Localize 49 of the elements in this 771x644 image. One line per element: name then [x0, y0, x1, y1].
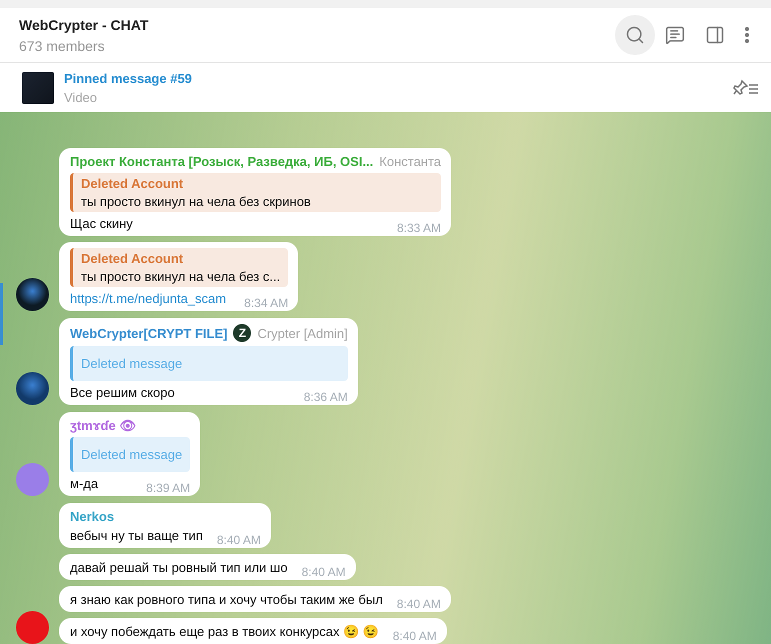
- sender-name[interactable]: Nerkos: [70, 509, 114, 524]
- message-time: 8:40 AM: [392, 629, 437, 643]
- reply-text: Deleted message: [81, 447, 182, 462]
- avatar-photo[interactable]: [16, 372, 49, 405]
- message-time: 8:40 AM: [396, 597, 441, 611]
- message-text: вебыч ну ты ваще тип: [70, 528, 203, 543]
- pinned-bar[interactable]: Pinned message #59 Video: [0, 63, 771, 112]
- sender-name[interactable]: ʒtmɤɗe 👁: [70, 418, 136, 433]
- reply-quote[interactable]: Deleted Account ты просто вкинул на чела без скринов: [70, 173, 442, 212]
- reply-quote[interactable]: Deleted message: [70, 346, 348, 381]
- speech-bubble-icon: [665, 25, 685, 45]
- member-count: 673 members: [19, 38, 106, 54]
- avatar-photo[interactable]: [16, 278, 49, 311]
- search-icon: [625, 25, 645, 45]
- reply-text: Deleted message: [81, 356, 184, 371]
- message-time: 8:34 AM: [244, 296, 288, 310]
- message-time: 8:33 AM: [397, 221, 442, 235]
- reply-quote[interactable]: Deleted message: [70, 437, 190, 472]
- message-text: давай решай ты ровный тип или шо: [70, 560, 288, 575]
- message-time: 8:40 AM: [216, 533, 261, 547]
- message-time: 8:39 AM: [146, 481, 190, 495]
- message-text: я знаю как ровного типа и хочу чтобы таким же был: [70, 592, 383, 607]
- message-text: Все решим скоро: [70, 385, 175, 400]
- message-text: м-да: [70, 476, 98, 491]
- reply-text: ты просто вкинул на чела без скринов: [81, 194, 312, 209]
- sender-rank: Crypter [Admin]: [257, 326, 348, 340]
- reply-text: ты просто вкинул на чела без с...: [81, 269, 280, 284]
- selection-indicator: [0, 283, 3, 345]
- reply-author: Deleted Account: [81, 251, 184, 266]
- more-icon: [745, 27, 749, 43]
- pin-list-icon[interactable]: [733, 78, 759, 96]
- message-text: Щас скину: [70, 216, 133, 231]
- sender-badge: Z: [233, 324, 252, 342]
- message-time: 8:40 AM: [302, 565, 346, 579]
- avatar[interactable]: [16, 611, 49, 644]
- reply-author: Deleted Account: [81, 176, 184, 191]
- pinned-subtitle: Video: [64, 90, 98, 104]
- pinned-title: Pinned message #59: [64, 70, 193, 86]
- message-time: 8:36 AM: [304, 390, 348, 404]
- chat-title: WebCrypter - CHAT: [19, 16, 150, 32]
- reply-quote[interactable]: Deleted Account ты просто вкинул на чела без с...: [70, 248, 288, 287]
- video-thumbnail: [22, 72, 54, 104]
- message-link[interactable]: https://t.me/nedjunta_scam: [70, 291, 226, 306]
- search-button[interactable]: [615, 15, 655, 55]
- sidebar-icon: [705, 25, 725, 45]
- message-text: и хочу побеждать еще раз в твоих конкурсах 😉 😉: [70, 624, 379, 639]
- sender-name[interactable]: WebCrypter[CRYPT FILE]: [70, 326, 228, 340]
- sender-rank: Константа: [379, 154, 442, 169]
- sender-name[interactable]: Проект Константа [Розыск, Разведка, ИБ, OSI...: [70, 154, 374, 169]
